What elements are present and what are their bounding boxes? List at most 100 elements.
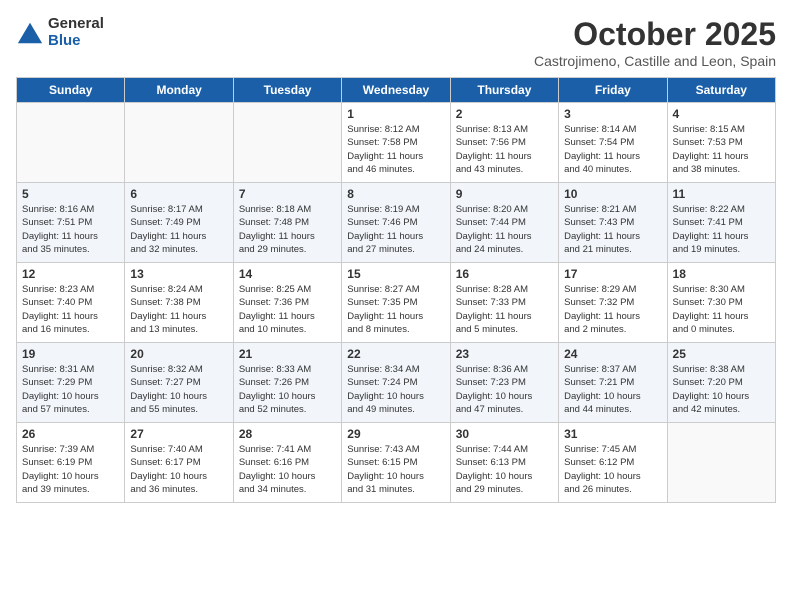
day-info: Sunrise: 8:37 AM Sunset: 7:21 PM Dayligh… xyxy=(564,363,661,416)
logo-icon xyxy=(16,19,44,47)
day-number: 15 xyxy=(347,267,444,281)
calendar-day-cell xyxy=(667,423,775,503)
day-info: Sunrise: 8:18 AM Sunset: 7:48 PM Dayligh… xyxy=(239,203,336,256)
calendar-day-cell: 27 Sunrise: 7:40 AM Sunset: 6:17 PM Dayli… xyxy=(125,423,233,503)
day-info: Sunrise: 8:21 AM Sunset: 7:43 PM Dayligh… xyxy=(564,203,661,256)
calendar-day-cell: 15 Sunrise: 8:27 AM Sunset: 7:35 PM Dayli… xyxy=(342,263,450,343)
day-number: 1 xyxy=(347,107,444,121)
day-info: Sunrise: 8:25 AM Sunset: 7:36 PM Dayligh… xyxy=(239,283,336,336)
calendar-day-cell xyxy=(233,103,341,183)
day-number: 7 xyxy=(239,187,336,201)
day-number: 11 xyxy=(673,187,770,201)
day-info: Sunrise: 8:14 AM Sunset: 7:54 PM Dayligh… xyxy=(564,123,661,176)
calendar-week-row: 19Sunrise: 8:31 AM Sunset: 7:29 PM Dayli… xyxy=(17,343,776,423)
day-number: 9 xyxy=(456,187,553,201)
calendar-week-row: 26Sunrise: 7:39 AM Sunset: 6:19 PM Dayli… xyxy=(17,423,776,503)
day-number: 20 xyxy=(130,347,227,361)
day-number: 5 xyxy=(22,187,119,201)
day-number: 30 xyxy=(456,427,553,441)
day-info: Sunrise: 8:31 AM Sunset: 7:29 PM Dayligh… xyxy=(22,363,119,416)
title-block: October 2025 Castrojimeno, Castille and … xyxy=(534,16,776,69)
weekday-header-thursday: Thursday xyxy=(450,78,558,103)
day-number: 8 xyxy=(347,187,444,201)
calendar-day-cell: 7 Sunrise: 8:18 AM Sunset: 7:48 PM Daylig… xyxy=(233,183,341,263)
calendar-day-cell: 31Sunrise: 7:45 AM Sunset: 6:12 PM Dayli… xyxy=(559,423,667,503)
calendar-week-row: 1 Sunrise: 8:12 AM Sunset: 7:58 PM Daylig… xyxy=(17,103,776,183)
day-info: Sunrise: 7:41 AM Sunset: 6:16 PM Dayligh… xyxy=(239,443,336,496)
day-number: 22 xyxy=(347,347,444,361)
day-info: Sunrise: 8:27 AM Sunset: 7:35 PM Dayligh… xyxy=(347,283,444,336)
calendar-day-cell: 29 Sunrise: 7:43 AM Sunset: 6:15 PM Dayli… xyxy=(342,423,450,503)
calendar-body: 1 Sunrise: 8:12 AM Sunset: 7:58 PM Daylig… xyxy=(17,103,776,503)
logo-blue-text: Blue xyxy=(48,33,104,50)
calendar-day-cell: 1 Sunrise: 8:12 AM Sunset: 7:58 PM Daylig… xyxy=(342,103,450,183)
logo-text: General Blue xyxy=(48,16,104,49)
day-info: Sunrise: 8:15 AM Sunset: 7:53 PM Dayligh… xyxy=(673,123,770,176)
day-info: Sunrise: 7:43 AM Sunset: 6:15 PM Dayligh… xyxy=(347,443,444,496)
day-info: Sunrise: 7:40 AM Sunset: 6:17 PM Dayligh… xyxy=(130,443,227,496)
calendar-day-cell: 4Sunrise: 8:15 AM Sunset: 7:53 PM Daylig… xyxy=(667,103,775,183)
calendar-day-cell: 14 Sunrise: 8:25 AM Sunset: 7:36 PM Dayli… xyxy=(233,263,341,343)
calendar-day-cell: 16 Sunrise: 8:28 AM Sunset: 7:33 PM Dayli… xyxy=(450,263,558,343)
calendar-day-cell: 10Sunrise: 8:21 AM Sunset: 7:43 PM Dayli… xyxy=(559,183,667,263)
day-info: Sunrise: 8:16 AM Sunset: 7:51 PM Dayligh… xyxy=(22,203,119,256)
day-info: Sunrise: 8:32 AM Sunset: 7:27 PM Dayligh… xyxy=(130,363,227,416)
day-number: 21 xyxy=(239,347,336,361)
day-number: 26 xyxy=(22,427,119,441)
calendar-day-cell: 21Sunrise: 8:33 AM Sunset: 7:26 PM Dayli… xyxy=(233,343,341,423)
calendar-day-cell: 6 Sunrise: 8:17 AM Sunset: 7:49 PM Daylig… xyxy=(125,183,233,263)
day-info: Sunrise: 8:30 AM Sunset: 7:30 PM Dayligh… xyxy=(673,283,770,336)
calendar-day-cell: 30 Sunrise: 7:44 AM Sunset: 6:13 PM Dayli… xyxy=(450,423,558,503)
calendar-day-cell xyxy=(125,103,233,183)
calendar-day-cell: 26Sunrise: 7:39 AM Sunset: 6:19 PM Dayli… xyxy=(17,423,125,503)
day-info: Sunrise: 7:44 AM Sunset: 6:13 PM Dayligh… xyxy=(456,443,553,496)
day-number: 29 xyxy=(347,427,444,441)
weekday-header-row: SundayMondayTuesdayWednesdayThursdayFrid… xyxy=(17,78,776,103)
calendar-week-row: 12 Sunrise: 8:23 AM Sunset: 7:40 PM Dayli… xyxy=(17,263,776,343)
day-number: 28 xyxy=(239,427,336,441)
weekday-header-wednesday: Wednesday xyxy=(342,78,450,103)
day-number: 27 xyxy=(130,427,227,441)
day-info: Sunrise: 8:28 AM Sunset: 7:33 PM Dayligh… xyxy=(456,283,553,336)
calendar-day-cell: 13 Sunrise: 8:24 AM Sunset: 7:38 PM Dayli… xyxy=(125,263,233,343)
day-info: Sunrise: 8:36 AM Sunset: 7:23 PM Dayligh… xyxy=(456,363,553,416)
day-number: 14 xyxy=(239,267,336,281)
day-info: Sunrise: 8:17 AM Sunset: 7:49 PM Dayligh… xyxy=(130,203,227,256)
day-info: Sunrise: 8:38 AM Sunset: 7:20 PM Dayligh… xyxy=(673,363,770,416)
day-info: Sunrise: 8:19 AM Sunset: 7:46 PM Dayligh… xyxy=(347,203,444,256)
day-info: Sunrise: 8:22 AM Sunset: 7:41 PM Dayligh… xyxy=(673,203,770,256)
day-number: 12 xyxy=(22,267,119,281)
calendar-day-cell: 12 Sunrise: 8:23 AM Sunset: 7:40 PM Dayli… xyxy=(17,263,125,343)
day-number: 13 xyxy=(130,267,227,281)
day-info: Sunrise: 8:23 AM Sunset: 7:40 PM Dayligh… xyxy=(22,283,119,336)
calendar-day-cell: 17 Sunrise: 8:29 AM Sunset: 7:32 PM Dayli… xyxy=(559,263,667,343)
page-header: General Blue October 2025 Castrojimeno, … xyxy=(16,16,776,69)
day-info: Sunrise: 8:24 AM Sunset: 7:38 PM Dayligh… xyxy=(130,283,227,336)
calendar-day-cell: 11 Sunrise: 8:22 AM Sunset: 7:41 PM Dayli… xyxy=(667,183,775,263)
calendar-day-cell: 3Sunrise: 8:14 AM Sunset: 7:54 PM Daylig… xyxy=(559,103,667,183)
weekday-header-saturday: Saturday xyxy=(667,78,775,103)
day-number: 17 xyxy=(564,267,661,281)
calendar-day-cell: 2Sunrise: 8:13 AM Sunset: 7:56 PM Daylig… xyxy=(450,103,558,183)
day-number: 25 xyxy=(673,347,770,361)
day-number: 18 xyxy=(673,267,770,281)
calendar-day-cell: 23 Sunrise: 8:36 AM Sunset: 7:23 PM Dayli… xyxy=(450,343,558,423)
calendar-day-cell: 18 Sunrise: 8:30 AM Sunset: 7:30 PM Dayli… xyxy=(667,263,775,343)
day-info: Sunrise: 8:12 AM Sunset: 7:58 PM Dayligh… xyxy=(347,123,444,176)
day-info: Sunrise: 8:20 AM Sunset: 7:44 PM Dayligh… xyxy=(456,203,553,256)
calendar-day-cell: 19Sunrise: 8:31 AM Sunset: 7:29 PM Dayli… xyxy=(17,343,125,423)
weekday-header-friday: Friday xyxy=(559,78,667,103)
day-number: 23 xyxy=(456,347,553,361)
calendar-table: SundayMondayTuesdayWednesdayThursdayFrid… xyxy=(16,77,776,503)
day-number: 31 xyxy=(564,427,661,441)
day-number: 16 xyxy=(456,267,553,281)
logo-general-text: General xyxy=(48,16,104,33)
day-info: Sunrise: 8:29 AM Sunset: 7:32 PM Dayligh… xyxy=(564,283,661,336)
calendar-day-cell: 8 Sunrise: 8:19 AM Sunset: 7:46 PM Daylig… xyxy=(342,183,450,263)
day-number: 24 xyxy=(564,347,661,361)
day-number: 6 xyxy=(130,187,227,201)
weekday-header-tuesday: Tuesday xyxy=(233,78,341,103)
calendar-day-cell: 9 Sunrise: 8:20 AM Sunset: 7:44 PM Daylig… xyxy=(450,183,558,263)
calendar-day-cell: 20 Sunrise: 8:32 AM Sunset: 7:27 PM Dayli… xyxy=(125,343,233,423)
calendar-week-row: 5 Sunrise: 8:16 AM Sunset: 7:51 PM Daylig… xyxy=(17,183,776,263)
